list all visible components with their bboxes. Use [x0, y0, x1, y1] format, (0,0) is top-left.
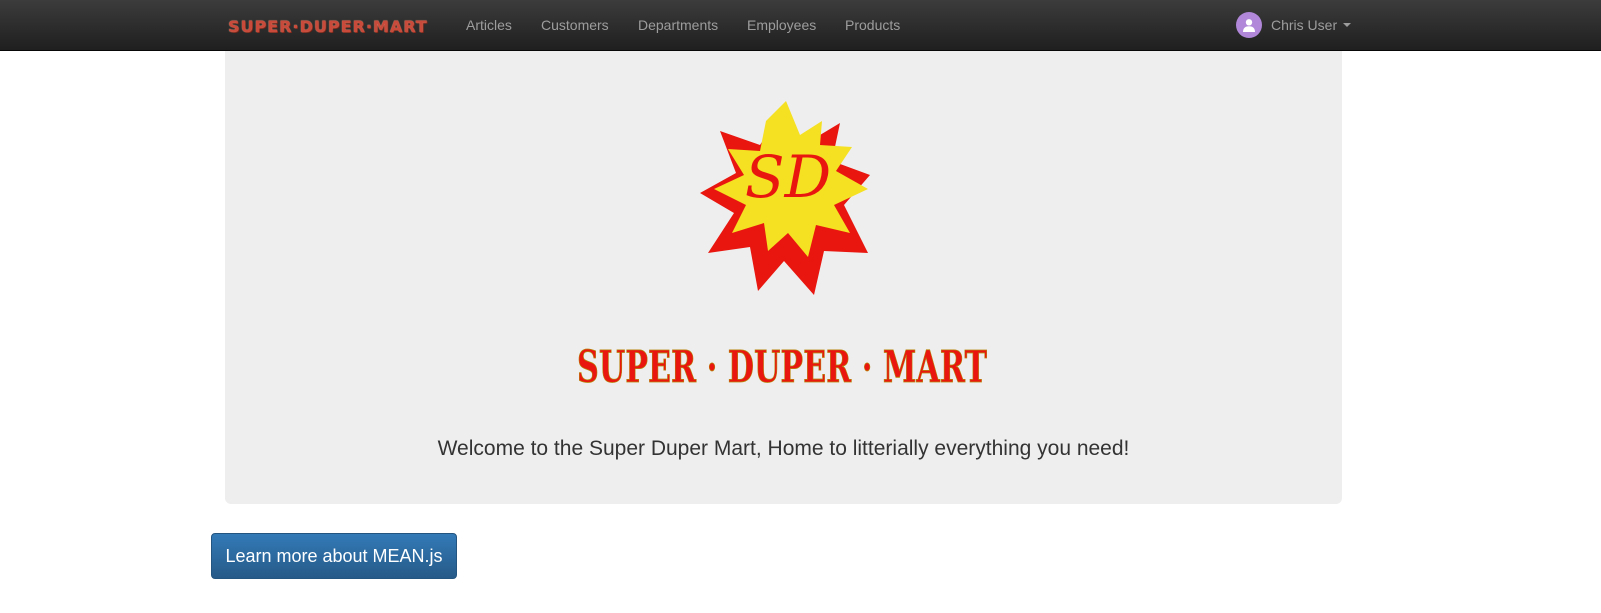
nav-link-employees[interactable]: Employees	[747, 17, 816, 33]
user-name: Chris User	[1271, 17, 1338, 33]
learn-more-mean-button[interactable]: Learn more about MEAN.js	[211, 533, 457, 579]
top-navbar: SUPER·DUPER·MART Articles Customers Depa…	[0, 0, 1601, 51]
hero-jumbotron: SD SUPER · DUPER · MART Welcome to the S…	[225, 51, 1342, 504]
nav-link-customers[interactable]: Customers	[541, 17, 609, 33]
logo-wordmark-text: SUPER · DUPER · MART	[577, 342, 987, 393]
brand-logo-link[interactable]: SUPER·DUPER·MART	[228, 14, 428, 38]
caret-down-icon	[1343, 23, 1352, 27]
nav-link-products[interactable]: Products	[845, 17, 900, 33]
sd-sunburst-logo: SD	[700, 101, 870, 295]
nav-link-articles[interactable]: Articles	[466, 17, 512, 33]
user-menu-toggle[interactable]: Chris User	[1236, 12, 1352, 38]
brand-logo-text: SUPER·DUPER·MART	[228, 16, 428, 36]
welcome-message: Welcome to the Super Duper Mart, Home to…	[437, 437, 1130, 460]
super-duper-mart-wordmark: SUPER · DUPER · MART	[577, 342, 988, 394]
user-avatar-icon	[1236, 12, 1262, 38]
logo-monogram: SD	[745, 143, 831, 211]
nav-link-departments[interactable]: Departments	[638, 17, 718, 33]
